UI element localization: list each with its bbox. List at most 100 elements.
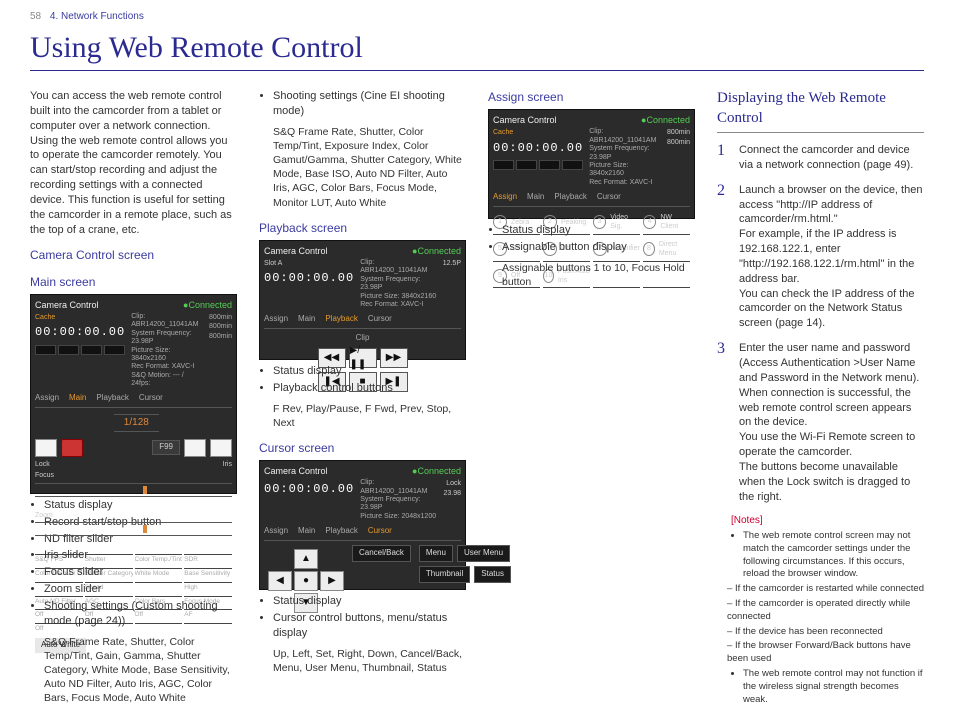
zoom-slider[interactable] [35,522,232,536]
cache-label: Cache [493,128,583,137]
tab-playback[interactable]: Playback [325,526,357,537]
tab-main[interactable]: Main [298,314,315,325]
tabs: Assign Main Playback Cursor [35,390,232,408]
step-body: Connect the camcorder and device via a n… [739,143,924,173]
playback-shot: Camera Control ●Connected Slot A 00:00:0… [259,240,466,360]
shot-title: Camera Control [264,465,328,477]
focus-text: Focus [35,471,232,480]
right-button[interactable]: ▶ [320,571,344,591]
tab-main[interactable]: Main [298,526,315,537]
focus-slider[interactable] [35,483,232,497]
lock-toggle[interactable] [35,439,57,457]
dial-minus[interactable] [184,439,206,457]
lock-text: Lock [35,460,50,469]
step-body: Enter the user name and password (Access… [739,341,924,504]
notes-label: [Notes] [731,514,924,528]
tab-cursor[interactable]: Cursor [368,526,392,537]
menu-button[interactable]: Menu [419,545,453,562]
connected-status: ●Connected [641,114,690,126]
rate-3: 800min [209,332,232,341]
cine-sub: S&Q Frame Rate, Shutter, Color Temp/Tint… [273,125,466,210]
connected-status: ●Connected [183,299,232,311]
clip-info: Clip: ABR14200_11041AM System Frequency:… [589,128,661,187]
thumbnail-button[interactable]: Thumbnail [419,566,470,583]
note-sub: – If the device has been reconnected [727,626,924,639]
cine-bullet-list: Shooting settings (Cine EI shooting mode… [259,89,466,119]
intro-text: You can access the web remote control bu… [30,89,237,237]
assign-heading: Assign screen [488,89,695,105]
slot-label: Slot A [264,259,354,268]
tab-cursor[interactable]: Cursor [139,393,163,404]
tab-playback[interactable]: Playback [96,393,128,404]
cache-label: Cache [35,313,125,322]
tab-cursor[interactable]: Cursor [368,314,392,325]
bullet: Shooting settings (Cine EI shooting mode… [273,89,466,119]
tab-main[interactable]: Main [527,192,544,203]
assign-shot: Camera Control ●Connected Cache 00:00:00… [488,109,695,219]
left-button[interactable]: ◀ [268,571,292,591]
tab-main[interactable]: Main [69,393,86,404]
right-heading: Displaying the Web Remote Control [717,89,924,133]
note-sub: – If the browser Forward/Back buttons ha… [727,640,924,666]
step-1: 1 Connect the camcorder and device via a… [717,143,924,173]
tab-assign[interactable]: Assign [264,314,288,325]
tab-assign[interactable]: Assign [493,192,517,203]
clip-info: Clip: ABR14200_11041AM System Frequency:… [360,479,437,521]
dial-plus[interactable] [210,439,232,457]
tab-playback[interactable]: Playback [554,192,586,203]
step-num: 3 [717,341,731,504]
bullet: Playback control buttons [273,381,466,396]
shot-title: Camera Control [493,114,557,126]
notes-list-2: The web remote control may not function … [731,668,924,706]
page-title: Using Web Remote Control [30,28,924,72]
timecode: 00:00:00.00 [35,322,125,342]
set-button[interactable]: ● [294,571,318,591]
tab-playback[interactable]: Playback [325,314,357,325]
dial-value: F99 [152,440,180,455]
cursor-sub: Up, Left, Set, Right, Down, Cancel/Back,… [273,647,466,675]
step-body: Launch a browser on the device, then acc… [739,183,924,331]
main-screen-shot: Camera Control ●Connected Cache 00:00:00… [30,294,237,494]
timecode: 00:00:00.00 [493,138,583,158]
step-2: 2 Launch a browser on the device, then a… [717,183,924,331]
bullet: Status display [273,594,466,609]
connected-status: ●Connected [412,465,461,477]
rate-1: 800min [209,313,232,322]
nd-fraction: 1/128 [114,414,159,432]
page-header: 58 4. Network Functions [30,10,924,24]
clip-info: Clip: ABR14200_11041AM System Frequency:… [360,259,436,309]
section-name: 4. Network Functions [50,11,144,22]
cursor-bullets: Status display Cursor control buttons, m… [259,594,466,641]
clip-label: Clip [264,333,461,344]
cancel-back-button[interactable]: Cancel/Back [352,545,411,562]
rate-1: 800min [667,128,690,137]
record-button[interactable] [61,439,83,457]
clip-info: Clip: ABR14200_11041AM System Frequency:… [131,313,203,389]
notes-list: The web remote control screen may not ma… [731,530,924,581]
note: The web remote control screen may not ma… [743,530,924,581]
main-screen-heading: Main screen [30,274,237,290]
timecode: 00:00:00.00 [264,479,354,499]
timecode: 00:00:00.00 [264,268,354,288]
step-num: 2 [717,183,731,331]
step-num: 1 [717,143,731,173]
note: The web remote control may not function … [743,668,924,706]
tab-cursor[interactable]: Cursor [597,192,621,203]
tab-assign[interactable]: Assign [35,393,59,404]
cursor-shot: Camera Control ●Connected 00:00:00.00 Cl… [259,460,466,590]
lock-label: Lock [443,479,461,488]
page-number: 58 [30,11,41,22]
rate-2: 800min [209,322,232,331]
shot-title: Camera Control [264,245,328,257]
up-button[interactable]: ▲ [294,549,318,569]
ffwd-button[interactable]: ▶▶ [380,348,408,368]
camera-control-heading: Camera Control screen [30,247,237,263]
playback-sub: F Rev, Play/Pause, F Fwd, Prev, Stop, Ne… [273,402,466,430]
tab-assign[interactable]: Assign [264,526,288,537]
connected-status: ●Connected [412,245,461,257]
note-sub: – If the camcorder is restarted while co… [727,583,924,596]
step-3: 3 Enter the user name and password (Acce… [717,341,924,504]
play-pause-button[interactable]: ▶/❚❚ [349,348,377,368]
rate-2: 800min [667,138,690,147]
shot-title: Camera Control [35,299,99,311]
